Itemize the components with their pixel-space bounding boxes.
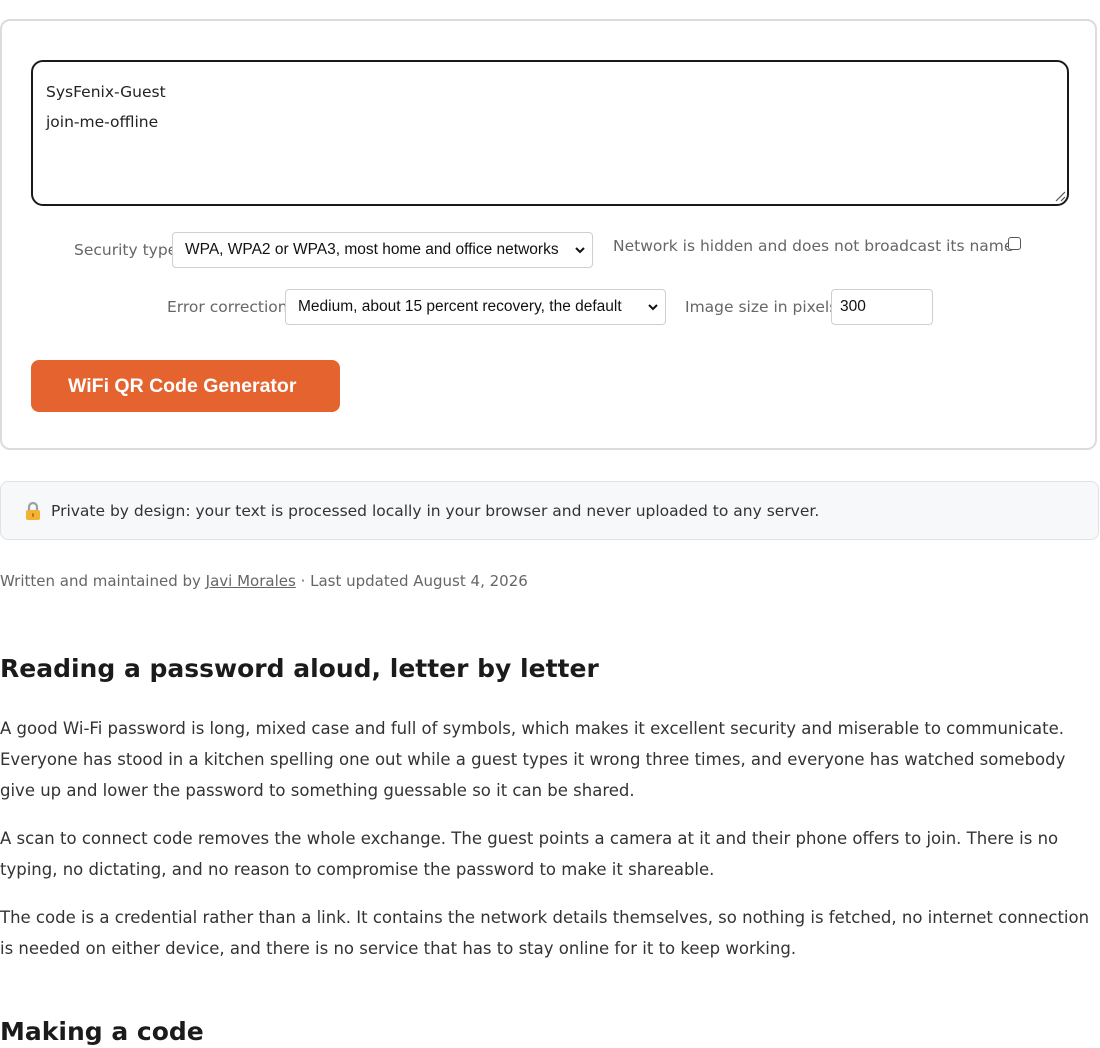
page: SysFenix-Guest join-me-offline Security … [0, 0, 1100, 1048]
generate-button[interactable]: WiFi QR Code Generator [31, 360, 340, 412]
section-heading-making-code: Making a code [0, 1017, 204, 1046]
privacy-text: Private by design: your text is processe… [51, 501, 820, 520]
byline: Written and maintained by Javi Morales ·… [0, 572, 528, 590]
paragraph: A scan to connect code removes the whole… [0, 829, 1059, 879]
chevron-down-icon [575, 247, 585, 254]
security-type-value: WPA, WPA2 or WPA3, most home and office … [185, 241, 559, 258]
error-correction-label: Error correction [167, 298, 288, 316]
lock-icon [26, 501, 40, 520]
image-size-label: Image size in pixels [685, 298, 838, 316]
byline-separator: · [295, 572, 311, 590]
image-size-input[interactable] [831, 289, 933, 325]
paragraph: A good Wi-Fi password is long, mixed cas… [0, 719, 1066, 800]
security-type-label: Security type [74, 241, 178, 259]
paragraph: The code is a credential rather than a l… [0, 908, 1090, 958]
byline-prefix: Written and maintained by [0, 572, 206, 590]
error-correction-select[interactable]: Medium, about 15 percent recovery, the d… [285, 289, 666, 325]
hidden-network-label: Network is hidden and does not broadcast… [613, 237, 1014, 255]
chevron-down-icon [648, 304, 658, 311]
last-updated: Last updated August 4, 2026 [310, 572, 528, 590]
privacy-notice: Private by design: your text is processe… [0, 481, 1099, 540]
error-correction-value: Medium, about 15 percent recovery, the d… [298, 298, 622, 315]
wifi-details-textarea[interactable]: SysFenix-Guest join-me-offline [31, 60, 1069, 206]
resize-grip-icon[interactable] [1054, 190, 1066, 202]
hidden-network-checkbox[interactable] [1008, 237, 1021, 250]
section-heading-reading-password: Reading a password aloud, letter by lett… [0, 654, 599, 683]
security-type-select[interactable]: WPA, WPA2 or WPA3, most home and office … [172, 232, 593, 268]
author-link[interactable]: Javi Morales [206, 572, 296, 590]
